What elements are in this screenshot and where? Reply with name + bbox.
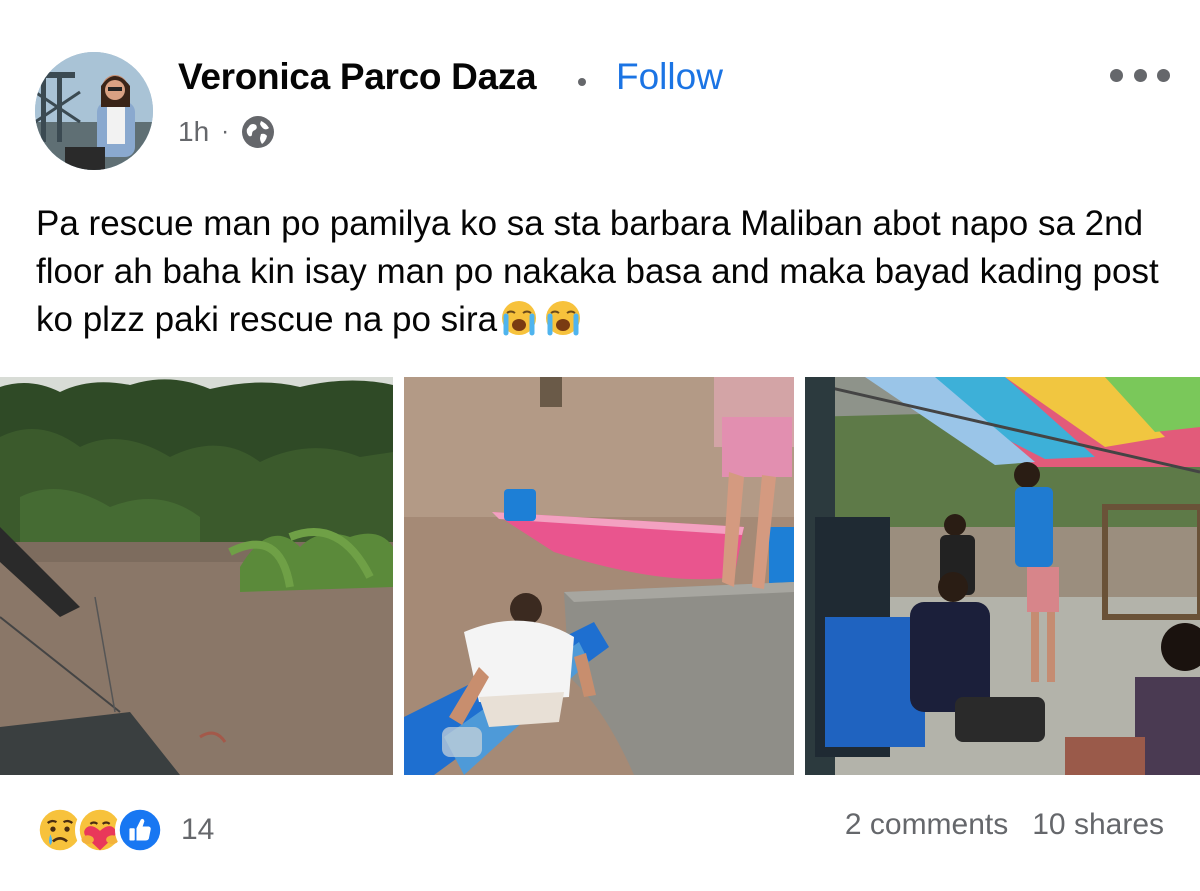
- family-under-tarp-photo: [805, 377, 1200, 775]
- more-dot: [1110, 68, 1123, 82]
- post-footer: 14 2 comments 10 shares: [0, 790, 1200, 870]
- more-options-icon[interactable]: [1110, 64, 1170, 86]
- reactions-summary[interactable]: 14: [35, 804, 214, 856]
- like-reaction-icon: [115, 805, 165, 855]
- shares-link[interactable]: 10 shares: [1032, 808, 1164, 842]
- post-timestamp[interactable]: 1h: [178, 116, 209, 148]
- author-avatar[interactable]: [35, 52, 153, 170]
- meta-separator: ·: [221, 118, 230, 145]
- post-meta: 1h ·: [178, 114, 275, 150]
- photo-family-tarp[interactable]: [805, 377, 1200, 775]
- globe-icon[interactable]: [241, 115, 275, 149]
- crying-face-emoji: [497, 299, 541, 337]
- pink-boat-flood-photo: [404, 377, 794, 775]
- engagement-stats: 2 comments 10 shares: [845, 808, 1164, 842]
- photo-grid: [0, 377, 1200, 775]
- post-body: Pa rescue man po pamilya ko sa sta barba…: [36, 204, 1159, 339]
- avatar-photo: [35, 52, 153, 170]
- photo-flooded-trees[interactable]: [0, 377, 393, 775]
- comments-link[interactable]: 2 comments: [845, 808, 1008, 842]
- author-name[interactable]: Veronica Parco Daza: [178, 56, 537, 98]
- photo-pink-boat[interactable]: [404, 377, 794, 775]
- follow-button[interactable]: Follow: [616, 56, 723, 98]
- crying-face-emoji: [541, 299, 585, 337]
- post-header: Veronica Parco Daza Follow 1h ·: [0, 0, 1200, 180]
- separator-dot: [578, 78, 586, 86]
- more-dot: [1133, 68, 1147, 82]
- flooded-trees-photo: [0, 377, 393, 775]
- reaction-count: 14: [181, 813, 215, 846]
- post-text: Pa rescue man po pamilya ko sa sta barba…: [36, 200, 1166, 344]
- more-dot: [1157, 68, 1170, 82]
